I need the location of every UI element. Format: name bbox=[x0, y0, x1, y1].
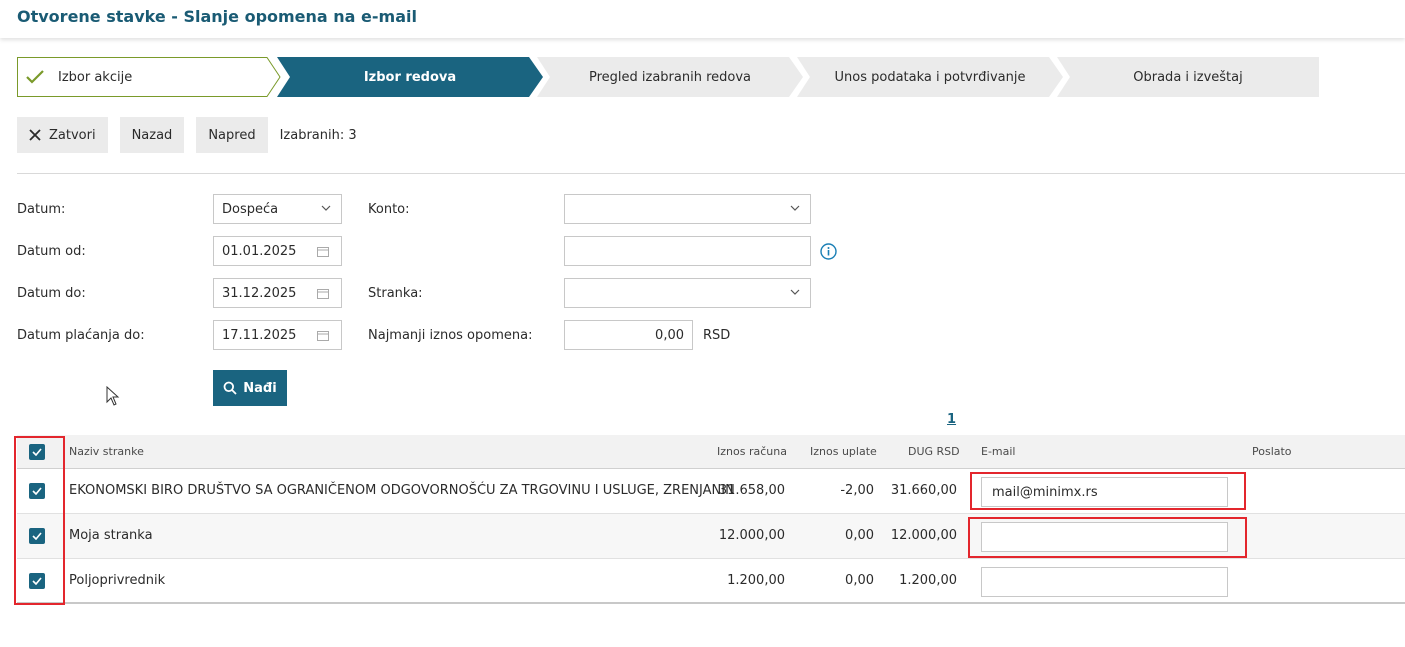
selected-count: Izabranih: 3 bbox=[279, 127, 357, 143]
header-poslato[interactable]: Poslato bbox=[1252, 445, 1292, 458]
page-title: Otvorene stavke - Slanje opomena na e-ma… bbox=[17, 7, 417, 26]
datum-placanja-input[interactable]: 17.11.2025 bbox=[213, 320, 342, 350]
table-row[interactable]: Poljoprivrednik 1.200,00 0,00 1.200,00 bbox=[17, 559, 1405, 604]
row-iznos-uplate: -2,00 bbox=[840, 483, 874, 498]
datum-od-value: 01.01.2025 bbox=[222, 243, 297, 259]
datum-placanja-value: 17.11.2025 bbox=[222, 327, 297, 343]
row-naziv: Poljoprivrednik bbox=[69, 573, 166, 588]
header-naziv[interactable]: Naziv stranke bbox=[69, 445, 144, 458]
step-label: Izbor akcije bbox=[58, 69, 133, 85]
min-iznos-input[interactable]: 0,00 bbox=[564, 320, 693, 350]
header-email[interactable]: E-mail bbox=[981, 445, 1016, 458]
calendar-icon bbox=[317, 289, 329, 299]
konto-extra-input[interactable] bbox=[564, 236, 811, 266]
row-dug: 12.000,00 bbox=[890, 528, 957, 543]
datum-label: Datum: bbox=[17, 202, 66, 217]
header-dug[interactable]: DUG RSD bbox=[908, 445, 960, 458]
datum-do-input[interactable]: 31.12.2025 bbox=[213, 278, 342, 308]
step-unos-podataka[interactable]: Unos podataka i potvrđivanje bbox=[797, 57, 1063, 97]
mouse-cursor-icon bbox=[106, 386, 120, 406]
row-iznos-uplate: 0,00 bbox=[845, 573, 874, 588]
close-icon bbox=[29, 129, 41, 141]
search-button[interactable]: Nađi bbox=[213, 370, 287, 406]
step-label: Unos podataka i potvrđivanje bbox=[834, 69, 1026, 85]
row-email-input[interactable] bbox=[981, 522, 1228, 552]
step-izbor-redova[interactable]: Izbor redova bbox=[277, 57, 543, 97]
datum-placanja-label: Datum plaćanja do: bbox=[17, 328, 145, 343]
next-button[interactable]: Napred bbox=[196, 117, 268, 153]
info-icon[interactable] bbox=[820, 243, 837, 260]
datum-do-label: Datum do: bbox=[17, 286, 86, 301]
min-iznos-value: 0,00 bbox=[655, 327, 684, 343]
row-dug: 31.660,00 bbox=[890, 483, 957, 498]
step-label: Pregled izabranih redova bbox=[588, 69, 752, 85]
row-iznos-uplate: 0,00 bbox=[845, 528, 874, 543]
datum-do-value: 31.12.2025 bbox=[222, 285, 297, 301]
row-iznos-racuna: 1.200,00 bbox=[727, 573, 785, 588]
step-pregled-izabranih-redova[interactable]: Pregled izabranih redova bbox=[537, 57, 803, 97]
konto-select[interactable] bbox=[564, 194, 811, 224]
wizard-steps: Izbor akcije Izbor redova Pregled izabra… bbox=[17, 57, 1319, 97]
step-obrada-i-izvestaj[interactable]: Obrada i izveštaj bbox=[1057, 57, 1319, 97]
stranka-select[interactable] bbox=[564, 278, 811, 308]
back-button[interactable]: Nazad bbox=[119, 117, 185, 153]
row-naziv: Moja stranka bbox=[69, 528, 153, 543]
chevron-down-icon bbox=[790, 289, 800, 295]
currency-label: RSD bbox=[703, 328, 731, 343]
calendar-icon bbox=[317, 247, 329, 257]
row-dug: 1.200,00 bbox=[899, 573, 957, 588]
min-iznos-label: Najmanji iznos opomena: bbox=[368, 328, 533, 343]
stranka-label: Stranka: bbox=[368, 286, 423, 301]
select-all-checkbox[interactable] bbox=[29, 444, 45, 460]
row-email-input[interactable] bbox=[981, 477, 1228, 507]
close-button-label: Zatvori bbox=[49, 127, 96, 143]
row-naziv: EKONOMSKI BIRO DRUŠTVO SA OGRANIČENOM OD… bbox=[69, 483, 735, 498]
checkmark-icon bbox=[26, 70, 44, 84]
header-iznos-racuna[interactable]: Iznos računa bbox=[717, 445, 787, 458]
row-checkbox[interactable] bbox=[29, 573, 45, 589]
close-button[interactable]: Zatvori bbox=[17, 117, 108, 153]
row-iznos-racuna: 31.658,00 bbox=[718, 483, 785, 498]
konto-label: Konto: bbox=[368, 202, 410, 217]
row-checkbox[interactable] bbox=[29, 528, 45, 544]
step-izbor-akcije[interactable]: Izbor akcije bbox=[17, 57, 281, 97]
search-button-label: Nađi bbox=[243, 380, 277, 396]
chevron-down-icon bbox=[321, 205, 331, 211]
chevron-down-icon bbox=[790, 205, 800, 211]
step-label: Izbor redova bbox=[363, 69, 457, 85]
pagination-page[interactable]: 1 bbox=[947, 412, 956, 427]
datum-od-label: Datum od: bbox=[17, 244, 86, 259]
row-iznos-racuna: 12.000,00 bbox=[718, 528, 785, 543]
datum-select-value: Dospeća bbox=[222, 201, 279, 217]
divider bbox=[17, 173, 1405, 174]
table-row[interactable]: EKONOMSKI BIRO DRUŠTVO SA OGRANIČENOM OD… bbox=[17, 469, 1405, 514]
step-label: Obrada i izveštaj bbox=[1133, 69, 1243, 85]
toolbar: Zatvori Nazad Napred Izabranih: 3 bbox=[17, 117, 357, 153]
table-row[interactable]: Moja stranka 12.000,00 0,00 12.000,00 bbox=[17, 514, 1405, 559]
calendar-icon bbox=[317, 331, 329, 341]
row-email-input[interactable] bbox=[981, 567, 1228, 597]
datum-od-input[interactable]: 01.01.2025 bbox=[213, 236, 342, 266]
header-iznos-uplate[interactable]: Iznos uplate bbox=[810, 445, 877, 458]
search-icon bbox=[223, 381, 237, 395]
table-header: Naziv stranke Iznos računa Iznos uplate … bbox=[17, 435, 1405, 469]
datum-select[interactable]: Dospeća bbox=[213, 194, 342, 224]
row-checkbox[interactable] bbox=[29, 483, 45, 499]
page-header: Otvorene stavke - Slanje opomena na e-ma… bbox=[0, 0, 1405, 38]
